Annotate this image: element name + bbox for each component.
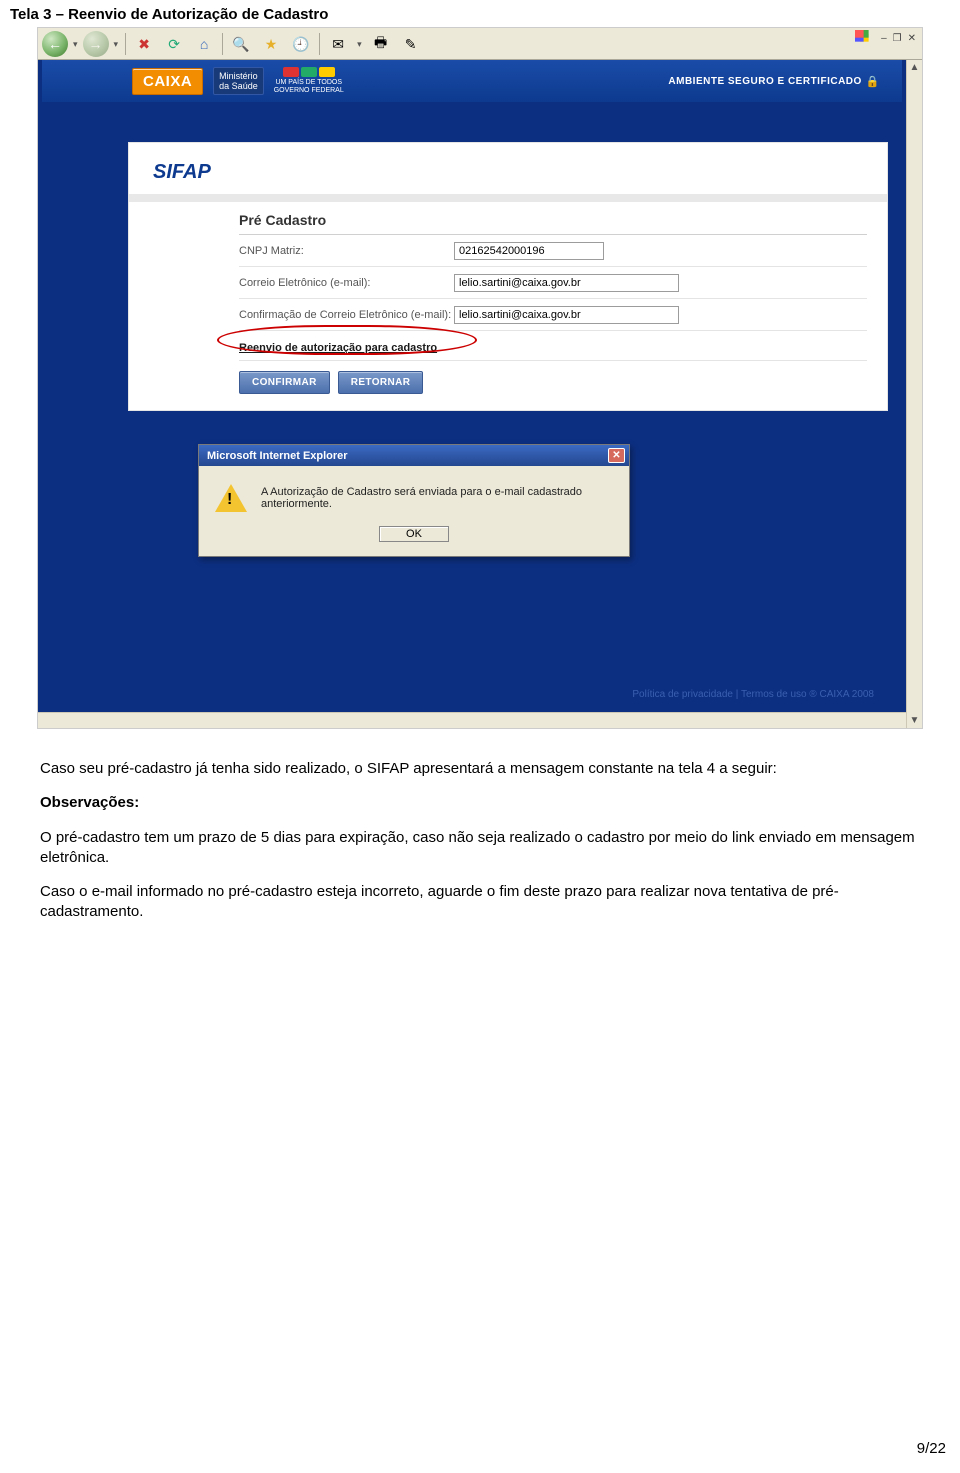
section-title: Pré Cadastro [239, 202, 867, 235]
observations-label: Observações: [40, 793, 920, 813]
email-confirm-input[interactable] [454, 306, 679, 324]
forward-icon: → [89, 36, 103, 52]
ie-alert-dialog: Microsoft Internet Explorer ✕ A Autoriza… [198, 444, 630, 557]
history-icon: 🕘 [292, 36, 309, 53]
restore-button[interactable]: ❐ [891, 33, 904, 44]
scroll-down-icon[interactable]: ▼ [910, 713, 920, 728]
dialog-close-button[interactable]: ✕ [608, 448, 625, 463]
document-body: Caso seu pré-cadastro já tenha sido real… [40, 759, 920, 923]
favorites-button[interactable]: ★ [257, 31, 285, 57]
back-button[interactable]: ← [42, 31, 68, 57]
dialog-ok-button[interactable]: OK [379, 526, 449, 542]
refresh-icon: ⟳ [168, 36, 180, 53]
home-button[interactable]: ⌂ [190, 31, 218, 57]
paragraph-obs2: Caso o e-mail informado no pré-cadastro … [40, 882, 920, 923]
button-row: CONFIRMAR RETORNAR [239, 361, 887, 410]
resend-authorization-link[interactable]: Reenvio de autorização para cadastro [239, 342, 437, 354]
pais-line1: UM PAÍS DE TODOS [275, 79, 342, 87]
mail-button[interactable]: ✉ [324, 31, 352, 57]
pais-line2: GOVERNO FEDERAL [274, 87, 344, 95]
mail-dropdown[interactable]: ▾ [354, 39, 365, 50]
app-title: SIFAP [129, 151, 887, 202]
scroll-up-icon[interactable]: ▲ [910, 60, 920, 75]
back-dropdown[interactable]: ▾ [70, 39, 81, 50]
windows-logo-icon [855, 30, 873, 46]
dialog-titlebar: Microsoft Internet Explorer ✕ [199, 445, 629, 466]
forward-button[interactable]: → [83, 31, 109, 57]
separator [125, 33, 126, 55]
browser-toolbar: ← ▾ → ▾ ✖ ⟳ ⌂ 🔍 ★ 🕘 ✉ ▾ 🖶 ✎ [38, 28, 922, 60]
search-button[interactable]: 🔍 [227, 31, 255, 57]
brasil-badge: UM PAÍS DE TODOS GOVERNO FEDERAL [274, 67, 344, 95]
cnpj-label: CNPJ Matriz: [239, 245, 454, 257]
forward-dropdown[interactable]: ▾ [111, 39, 122, 50]
email-confirm-label: Confirmação de Correio Eletrônico (e-mai… [239, 309, 454, 321]
history-button[interactable]: 🕘 [287, 31, 315, 57]
secure-badge: AMBIENTE SEGURO E CERTIFICADO 🔒 [668, 75, 880, 88]
lock-icon: 🔒 [866, 75, 880, 88]
ministerio-line2: da Saúde [219, 81, 258, 91]
brand-header: CAIXA Ministério da Saúde UM PAÍS DE TOD… [42, 60, 902, 102]
email-input[interactable] [454, 274, 679, 292]
return-button[interactable]: RETORNAR [338, 371, 424, 394]
field-row-cnpj: CNPJ Matriz: [239, 235, 867, 267]
screenshot-region: – ❐ ✕ ← ▾ → ▾ ✖ ⟳ ⌂ 🔍 ★ 🕘 ✉ ▾ 🖶 ✎ CAIXA … [37, 27, 923, 729]
form-card: SIFAP Pré Cadastro CNPJ Matriz: Correio … [128, 142, 888, 411]
close-window-button[interactable]: ✕ [906, 33, 918, 44]
field-row-email: Correio Eletrônico (e-mail): [239, 267, 867, 299]
edit-icon: ✎ [405, 36, 417, 53]
terms-link[interactable]: Termos de uso [741, 689, 807, 700]
footer-links: Política de privacidade | Termos de uso … [632, 689, 874, 700]
refresh-button[interactable]: ⟳ [160, 31, 188, 57]
paragraph-obs1: O pré-cadastro tem um prazo de 5 dias pa… [40, 828, 920, 869]
stop-button[interactable]: ✖ [130, 31, 158, 57]
ministerio-line1: Ministério [219, 71, 258, 81]
dialog-title: Microsoft Internet Explorer [207, 450, 348, 462]
print-button[interactable]: 🖶 [367, 31, 395, 57]
back-icon: ← [48, 36, 62, 52]
ministerio-badge: Ministério da Saúde [213, 67, 264, 95]
email-label: Correio Eletrônico (e-mail): [239, 277, 454, 289]
print-icon: 🖶 [374, 32, 387, 56]
caixa-logo: CAIXA [132, 68, 203, 95]
separator [222, 33, 223, 55]
confirm-button[interactable]: CONFIRMAR [239, 371, 330, 394]
separator: ® [809, 689, 819, 700]
page-number: 9/22 [917, 1440, 946, 1457]
browser-viewport: CAIXA Ministério da Saúde UM PAÍS DE TOD… [38, 60, 922, 728]
resend-row: Reenvio de autorização para cadastro [239, 331, 867, 361]
window-controls: – ❐ ✕ [855, 30, 918, 46]
copyright-text: CAIXA 2008 [820, 689, 874, 700]
cnpj-input[interactable] [454, 242, 604, 260]
separator [319, 33, 320, 55]
search-icon: 🔍 [232, 36, 249, 53]
minimize-button[interactable]: – [879, 33, 889, 44]
horizontal-scrollbar[interactable] [38, 712, 906, 728]
stop-icon: ✖ [138, 36, 150, 53]
dialog-message: A Autorização de Cadastro será enviada p… [261, 486, 613, 510]
home-icon: ⌂ [200, 36, 208, 52]
privacy-link[interactable]: Política de privacidade [632, 689, 733, 700]
secure-text: AMBIENTE SEGURO E CERTIFICADO [668, 76, 861, 87]
vertical-scrollbar[interactable]: ▲ ▼ [906, 60, 922, 728]
favorites-icon: ★ [265, 36, 278, 53]
paragraph-intro: Caso seu pré-cadastro já tenha sido real… [40, 759, 920, 779]
field-row-email-confirm: Confirmação de Correio Eletrônico (e-mai… [239, 299, 867, 331]
warning-icon [215, 484, 247, 512]
mail-icon: ✉ [332, 36, 344, 53]
document-title: Tela 3 – Reenvio de Autorização de Cadas… [10, 6, 952, 23]
edit-button[interactable]: ✎ [397, 31, 425, 57]
